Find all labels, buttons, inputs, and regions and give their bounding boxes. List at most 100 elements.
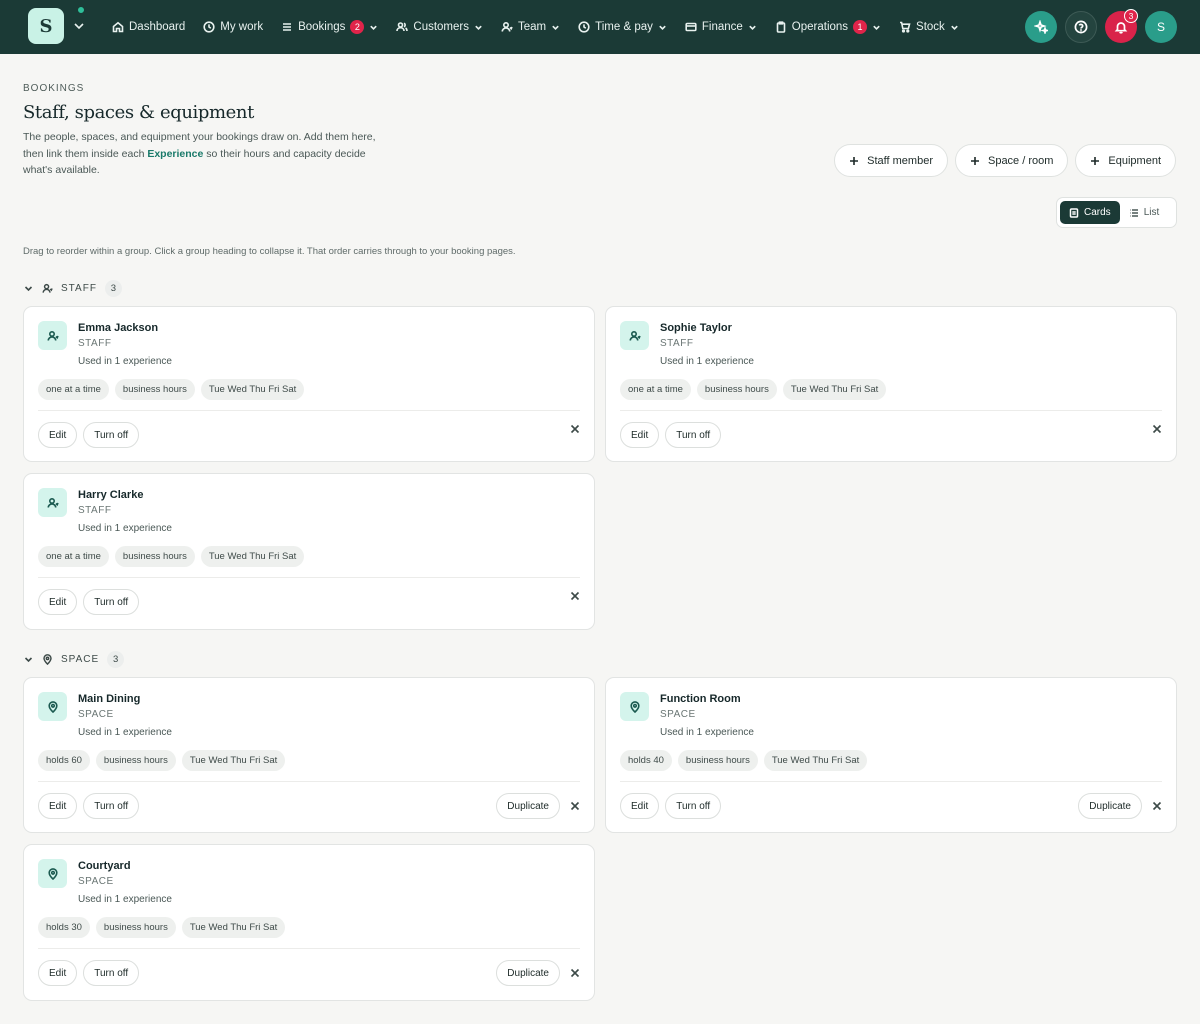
nav-label: Stock bbox=[916, 21, 945, 33]
bell-icon bbox=[1114, 22, 1128, 34]
nav-time-pay[interactable]: Time & pay bbox=[578, 21, 667, 33]
turn-off-button[interactable]: Turn off bbox=[665, 793, 722, 819]
close-icon bbox=[570, 968, 580, 978]
map-pin-icon bbox=[43, 654, 52, 665]
tag: Tue Wed Thu Fri Sat bbox=[763, 750, 868, 771]
resource-icon-tile bbox=[38, 321, 67, 350]
nav-operations[interactable]: Operations 1 bbox=[775, 20, 881, 34]
resource-card[interactable]: Emma Jackson STAFF Used in 1 experience … bbox=[23, 306, 595, 462]
nav-label: Bookings bbox=[298, 21, 346, 33]
tag: Tue Wed Thu Fri Sat bbox=[200, 379, 305, 400]
divider bbox=[38, 577, 580, 578]
clock-icon bbox=[578, 21, 590, 33]
tag: business hours bbox=[114, 379, 195, 400]
nav-dashboard[interactable]: Dashboard bbox=[112, 21, 185, 33]
resource-type: SPACE bbox=[78, 709, 114, 720]
card-actions: Edit Turn off bbox=[38, 793, 140, 819]
remove-button[interactable] bbox=[1150, 422, 1164, 436]
resource-usage: Used in 1 experience bbox=[78, 727, 172, 738]
resource-type: STAFF bbox=[660, 338, 694, 349]
divider bbox=[620, 410, 1162, 411]
cards-view-button[interactable]: Cards bbox=[1060, 201, 1120, 224]
chevron-down-icon bbox=[873, 25, 880, 30]
resource-card[interactable]: Harry Clarke STAFF Used in 1 experience … bbox=[23, 473, 595, 630]
edit-button[interactable]: Edit bbox=[38, 422, 78, 448]
chevron-down-icon[interactable] bbox=[72, 19, 86, 33]
resource-card[interactable]: Courtyard SPACE Used in 1 experience hol… bbox=[23, 844, 595, 1001]
nav-my-work[interactable]: My work bbox=[203, 21, 263, 33]
nav-team[interactable]: Team bbox=[501, 21, 560, 33]
assistant-button[interactable] bbox=[1025, 11, 1057, 43]
edit-button[interactable]: Edit bbox=[38, 960, 78, 986]
turn-off-button[interactable]: Turn off bbox=[665, 422, 722, 448]
sparkle-icon bbox=[1034, 20, 1048, 34]
card-right-actions bbox=[568, 589, 582, 603]
close-icon bbox=[1152, 424, 1162, 434]
main-nav: Dashboard My work Bookings 2 Customers T… bbox=[112, 0, 959, 54]
divider bbox=[620, 781, 1162, 782]
add-space-room-button[interactable]: Space / room bbox=[954, 144, 1069, 177]
resource-icon-tile bbox=[38, 859, 67, 888]
tag: business hours bbox=[696, 379, 777, 400]
user-icon bbox=[47, 497, 59, 508]
tag: holds 30 bbox=[38, 917, 90, 938]
resource-name: Emma Jackson bbox=[78, 322, 159, 334]
tag: one at a time bbox=[620, 379, 691, 400]
remove-button[interactable] bbox=[568, 589, 582, 603]
add-staff-member-button[interactable]: Staff member bbox=[834, 144, 948, 177]
remove-button[interactable] bbox=[568, 799, 582, 813]
card-right-actions: Duplicate bbox=[496, 793, 582, 819]
edit-button[interactable]: Edit bbox=[620, 793, 660, 819]
resource-card[interactable]: Function Room SPACE Used in 1 experience… bbox=[605, 677, 1177, 833]
turn-off-button[interactable]: Turn off bbox=[83, 422, 140, 448]
resource-tags: one at a time business hours Tue Wed Thu… bbox=[38, 546, 305, 567]
list-view-button[interactable]: List bbox=[1120, 201, 1169, 224]
toggle-label: List bbox=[1143, 207, 1160, 218]
group-heading-staff[interactable]: STAFF 3 bbox=[23, 280, 122, 297]
help-button[interactable] bbox=[1065, 11, 1097, 43]
resource-tags: one at a time business hours Tue Wed Thu… bbox=[620, 379, 887, 400]
nav-customers[interactable]: Customers bbox=[396, 21, 483, 33]
edit-button[interactable]: Edit bbox=[38, 589, 78, 615]
resource-card[interactable]: Main Dining SPACE Used in 1 experience h… bbox=[23, 677, 595, 833]
toggle-label: Cards bbox=[1084, 207, 1111, 218]
edit-button[interactable]: Edit bbox=[620, 422, 660, 448]
remove-button[interactable] bbox=[568, 422, 582, 436]
user-icon bbox=[47, 330, 59, 341]
nav-label: Customers bbox=[413, 21, 469, 33]
nav-stock[interactable]: Stock bbox=[899, 21, 959, 33]
user-avatar[interactable]: S bbox=[1145, 11, 1177, 43]
chevron-down-icon bbox=[552, 25, 559, 30]
tag: Tue Wed Thu Fri Sat bbox=[782, 379, 887, 400]
edit-button[interactable]: Edit bbox=[38, 793, 78, 819]
app-logo[interactable]: S bbox=[28, 8, 64, 44]
duplicate-button[interactable]: Duplicate bbox=[496, 960, 560, 986]
group-heading-space[interactable]: SPACE 3 bbox=[23, 651, 125, 668]
button-label: Staff member bbox=[867, 154, 933, 167]
remove-button[interactable] bbox=[568, 966, 582, 980]
duplicate-button[interactable]: Duplicate bbox=[496, 793, 560, 819]
page-title: Staff, spaces & equipment bbox=[23, 102, 254, 123]
top-nav: S Dashboard My work Bookings 2 Customers… bbox=[0, 0, 1200, 54]
chevron-down-icon bbox=[951, 25, 958, 30]
logo-letter: S bbox=[39, 15, 53, 37]
experience-link[interactable]: Experience bbox=[147, 148, 203, 160]
turn-off-button[interactable]: Turn off bbox=[83, 793, 140, 819]
nav-bookings[interactable]: Bookings 2 bbox=[281, 20, 378, 34]
resource-card[interactable]: Sophie Taylor STAFF Used in 1 experience… bbox=[605, 306, 1177, 462]
resource-type: SPACE bbox=[78, 876, 114, 887]
turn-off-button[interactable]: Turn off bbox=[83, 589, 140, 615]
nav-finance[interactable]: Finance bbox=[685, 21, 757, 33]
add-equipment-button[interactable]: Equipment bbox=[1075, 144, 1176, 177]
tag: holds 60 bbox=[38, 750, 90, 771]
map-pin-icon bbox=[629, 700, 640, 713]
duplicate-button[interactable]: Duplicate bbox=[1078, 793, 1142, 819]
nav-label: Operations bbox=[791, 21, 849, 33]
divider bbox=[38, 410, 580, 411]
close-icon bbox=[1152, 801, 1162, 811]
turn-off-button[interactable]: Turn off bbox=[83, 960, 140, 986]
cart-icon bbox=[900, 21, 911, 33]
user-icon bbox=[42, 283, 53, 293]
card-right-actions: Duplicate bbox=[1078, 793, 1164, 819]
remove-button[interactable] bbox=[1150, 799, 1164, 813]
